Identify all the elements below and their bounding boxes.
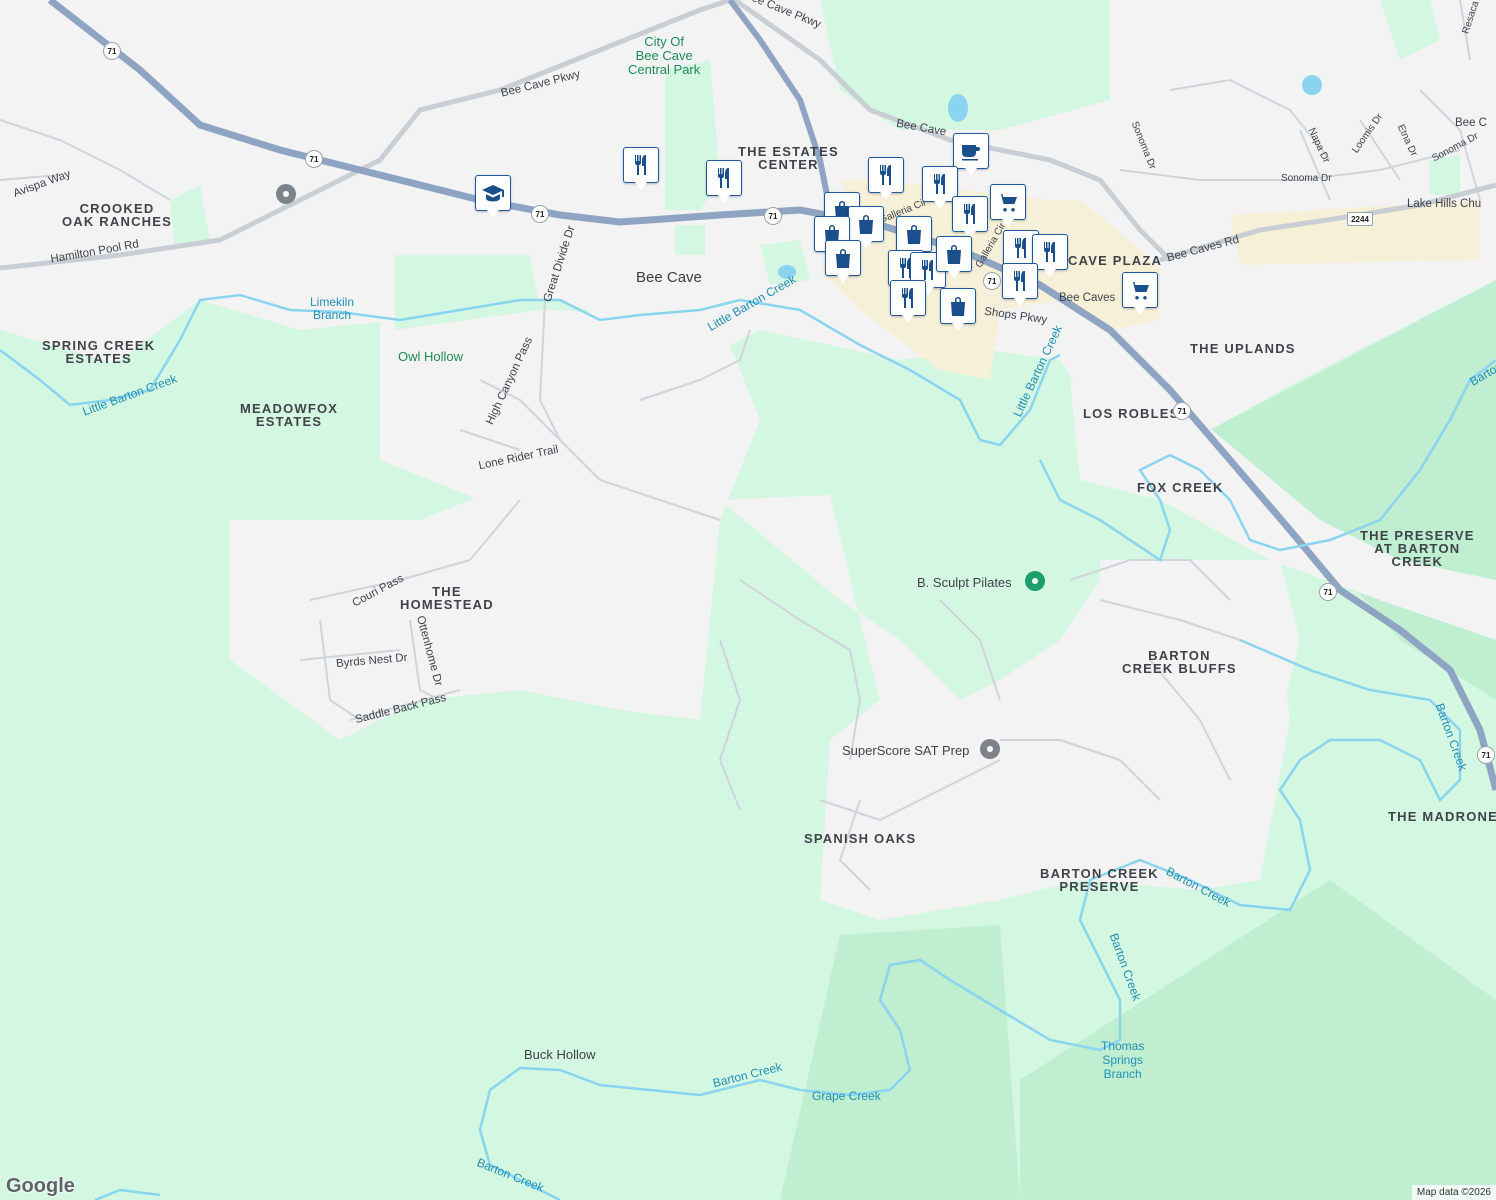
restaurant-pin-icon[interactable] [623, 147, 659, 190]
shopping-pin-icon[interactable] [825, 240, 861, 283]
highway-shield-71: 71 [1319, 583, 1337, 601]
map-canvas[interactable]: CROOKED OAK RANCHES SPRING CREEK ESTATES… [0, 0, 1496, 1200]
highway-shield-71: 71 [1173, 402, 1191, 420]
map-base-layer [0, 0, 1496, 1200]
restaurant-pin-icon[interactable] [890, 280, 926, 323]
coffee-pin-icon[interactable] [953, 133, 989, 176]
shopping-pin-icon[interactable] [896, 216, 932, 259]
shopping-pin-icon[interactable] [936, 236, 972, 279]
poi-school-small-icon[interactable] [276, 184, 296, 204]
google-logo[interactable]: Google [6, 1175, 75, 1198]
highway-shield-71: 71 [1477, 746, 1495, 764]
shopping-pin-icon[interactable] [848, 206, 884, 249]
restaurant-pin-icon[interactable] [868, 157, 904, 200]
restaurant-pin-icon[interactable] [1002, 263, 1038, 306]
highway-shield-71: 71 [305, 150, 323, 168]
restaurant-pin-icon[interactable] [706, 160, 742, 203]
poi-sat-prep-icon[interactable] [980, 739, 1000, 759]
highway-shield-71: 71 [764, 207, 782, 225]
highway-shield-2244: 2244 [1347, 212, 1373, 226]
grocery-pin-icon[interactable] [990, 184, 1026, 227]
school-pin-icon[interactable] [475, 175, 511, 218]
highway-shield-71: 71 [103, 42, 121, 60]
poi-pilates-icon[interactable] [1025, 571, 1045, 591]
restaurant-pin-icon[interactable] [952, 196, 988, 239]
shopping-pin-icon[interactable] [940, 288, 976, 331]
grocery-pin-icon[interactable] [1122, 272, 1158, 315]
highway-shield-71: 71 [983, 272, 1001, 290]
map-attribution[interactable]: Map data ©2026 [1411, 1185, 1496, 1200]
highway-shield-71: 71 [531, 205, 549, 223]
